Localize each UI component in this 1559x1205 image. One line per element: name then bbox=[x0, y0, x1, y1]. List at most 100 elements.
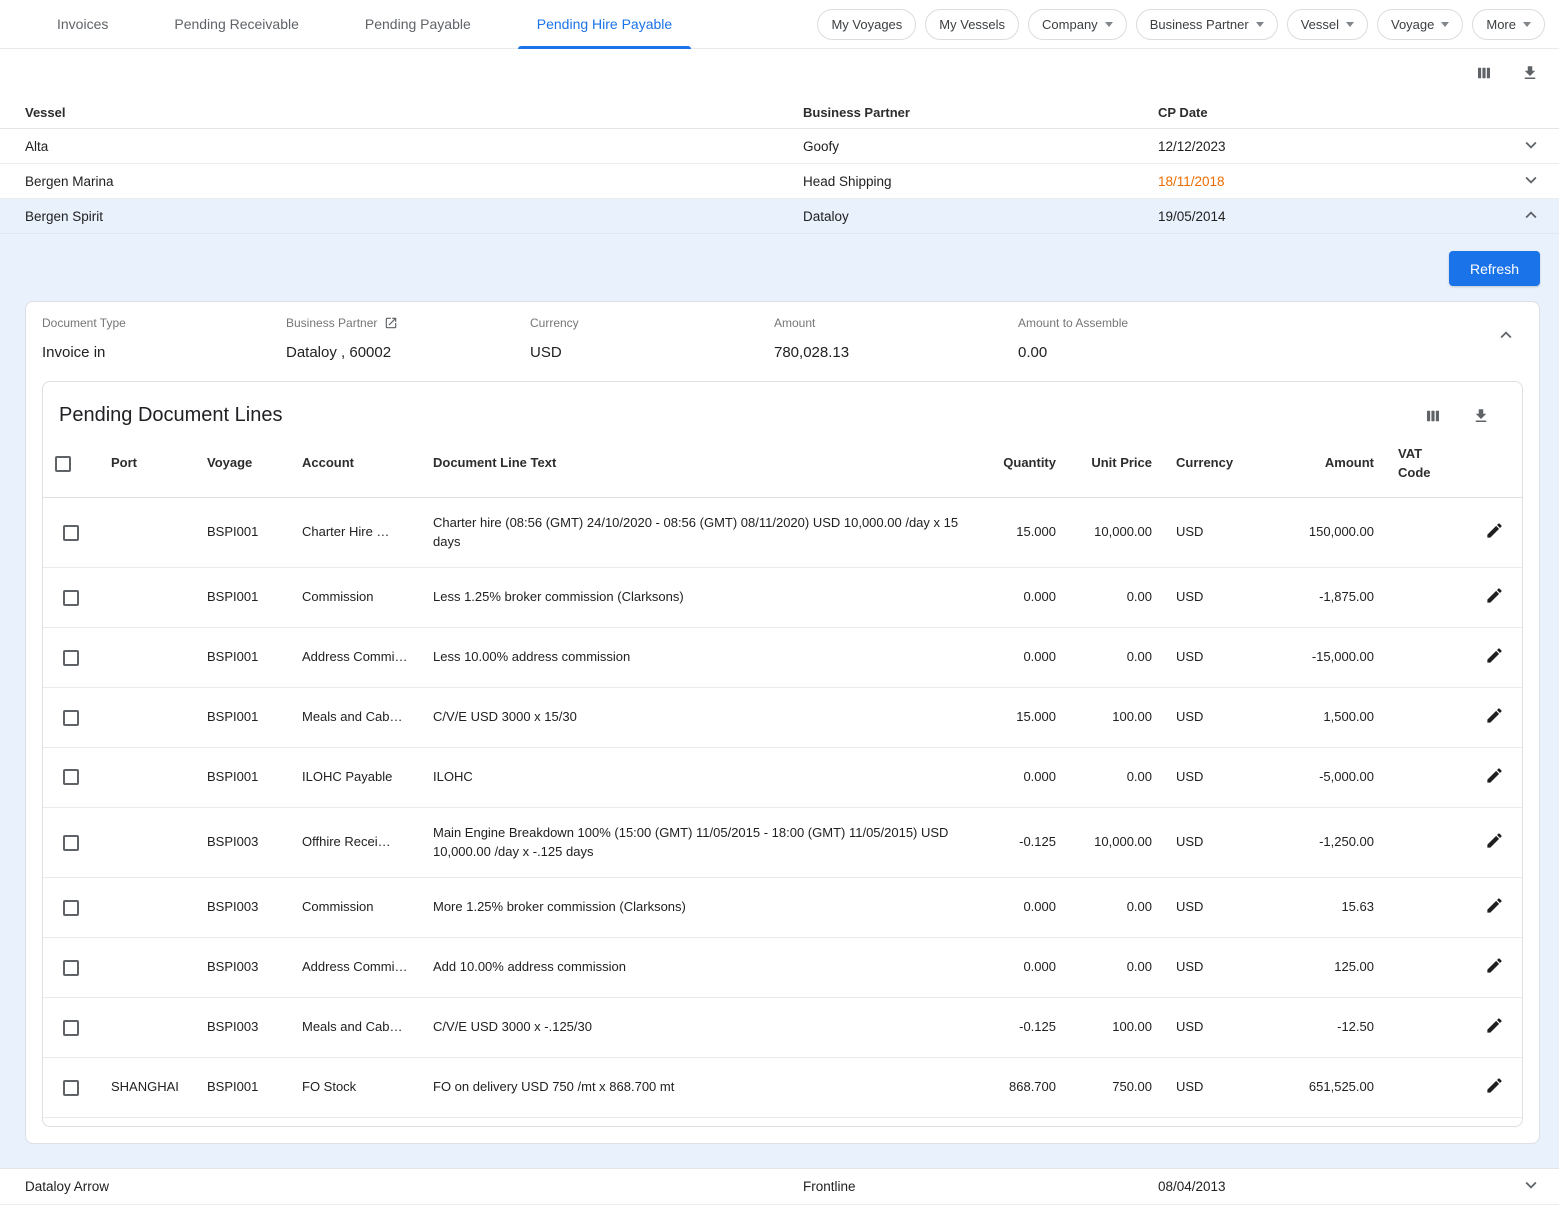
vessel-row-bergen-marina[interactable]: Bergen Marina Head Shipping 18/11/2018 bbox=[0, 164, 1559, 199]
cell-currency: USD bbox=[1164, 497, 1250, 568]
expand-button[interactable] bbox=[1503, 134, 1559, 159]
vessel-row-bergen-spirit[interactable]: Bergen Spirit Dataloy 19/05/2014 bbox=[0, 199, 1559, 234]
select-all-checkbox[interactable] bbox=[55, 456, 71, 472]
tab-label: Pending Payable bbox=[365, 16, 471, 32]
view-column-icon bbox=[1475, 64, 1493, 82]
edit-line-button[interactable] bbox=[1483, 644, 1506, 670]
edit-line-button[interactable] bbox=[1483, 584, 1506, 610]
document-line-row: BSPI003 Address Commi… Add 10.00% addres… bbox=[43, 938, 1522, 998]
lines-column-settings-button[interactable] bbox=[1422, 405, 1444, 427]
edit-line-button[interactable] bbox=[1483, 1014, 1506, 1040]
tab[interactable]: Pending Payable bbox=[332, 0, 504, 49]
row-checkbox[interactable] bbox=[63, 835, 79, 851]
edit-line-button[interactable] bbox=[1483, 764, 1506, 790]
vessel-row-alta[interactable]: Alta Goofy 12/12/2023 bbox=[0, 129, 1559, 164]
cell-quantity: 0.000 bbox=[976, 628, 1068, 688]
row-checkbox[interactable] bbox=[63, 900, 79, 916]
cell-voyage: BSPI003 bbox=[195, 878, 290, 938]
filter-chip[interactable]: My Voyages bbox=[817, 9, 916, 40]
filter-chip[interactable]: More bbox=[1472, 9, 1545, 40]
edit-line-button[interactable] bbox=[1483, 519, 1506, 545]
cell-voyage: BSPI001 bbox=[195, 628, 290, 688]
row-checkbox[interactable] bbox=[63, 650, 79, 666]
cell-port bbox=[99, 497, 195, 568]
cell-port bbox=[99, 998, 195, 1058]
lines-download-button[interactable] bbox=[1470, 405, 1492, 427]
cell-port bbox=[99, 688, 195, 748]
header-cp-date: CP Date bbox=[1158, 105, 1503, 120]
business-partner: Dataloy bbox=[803, 209, 1158, 224]
cell-port: SHANGHAI bbox=[99, 1057, 195, 1117]
filter-chip[interactable]: Vessel bbox=[1287, 9, 1368, 40]
row-checkbox[interactable] bbox=[63, 1020, 79, 1036]
row-checkbox[interactable] bbox=[63, 769, 79, 785]
row-checkbox[interactable] bbox=[63, 525, 79, 541]
vessel-table-header: Vessel Business Partner CP Date bbox=[0, 96, 1559, 129]
field-label: Currency bbox=[530, 316, 579, 330]
collapse-button[interactable] bbox=[1503, 204, 1559, 229]
row-checkbox[interactable] bbox=[63, 710, 79, 726]
tab-label: Invoices bbox=[57, 16, 108, 32]
cell-amount: 150,000.00 bbox=[1250, 497, 1386, 568]
field-value: USD bbox=[530, 344, 774, 361]
row-checkbox[interactable] bbox=[63, 1080, 79, 1096]
expand-button[interactable] bbox=[1503, 1174, 1559, 1199]
cell-currency: USD bbox=[1164, 938, 1250, 998]
field-label: Document Type bbox=[42, 316, 126, 330]
cell-quantity: 0.000 bbox=[976, 878, 1068, 938]
cell-amount: 1,500.00 bbox=[1250, 688, 1386, 748]
chevron-down-icon bbox=[1520, 134, 1542, 159]
tab-list: Invoices Pending Receivable Pending Paya… bbox=[24, 0, 705, 49]
edit-icon bbox=[1485, 773, 1504, 788]
row-checkbox[interactable] bbox=[63, 590, 79, 606]
header-document-line-text: Document Line Text bbox=[421, 431, 976, 497]
cell-currency: USD bbox=[1164, 747, 1250, 807]
filter-chip[interactable]: Business Partner bbox=[1136, 9, 1278, 40]
cell-voyage: BSPI003 bbox=[195, 807, 290, 878]
filter-chip[interactable]: Company bbox=[1028, 9, 1127, 40]
edit-line-button[interactable] bbox=[1483, 704, 1506, 730]
cell-unit-price: 0.00 bbox=[1068, 747, 1164, 807]
filter-chip-label: Business Partner bbox=[1150, 17, 1249, 32]
tab[interactable]: Invoices bbox=[24, 0, 141, 49]
vessel-row-dataloy-arrow[interactable]: Dataloy Arrow Frontline 08/04/2013 bbox=[0, 1168, 1559, 1205]
refresh-button[interactable]: Refresh bbox=[1449, 251, 1540, 286]
cp-date: 19/05/2014 bbox=[1158, 209, 1503, 224]
cell-vat-code bbox=[1386, 1057, 1466, 1117]
download-button[interactable] bbox=[1519, 62, 1541, 84]
cell-vat-code bbox=[1386, 998, 1466, 1058]
document-field: Currency USD bbox=[530, 316, 774, 361]
filter-chips: My Voyages My Vessels Company Business P… bbox=[817, 9, 1545, 40]
cell-quantity: 0.000 bbox=[976, 938, 1068, 998]
business-partner: Goofy bbox=[803, 139, 1158, 154]
open-in-new-icon[interactable] bbox=[384, 316, 398, 330]
cell-document-line-text: ILOHC bbox=[421, 747, 976, 807]
cell-currency: USD bbox=[1164, 568, 1250, 628]
cell-quantity: 0.000 bbox=[976, 568, 1068, 628]
tab[interactable]: Pending Receivable bbox=[141, 0, 332, 49]
business-partner: Head Shipping bbox=[803, 174, 1158, 189]
cell-port bbox=[99, 938, 195, 998]
collapse-document-button[interactable] bbox=[1493, 322, 1519, 348]
filter-chip[interactable]: Voyage bbox=[1377, 9, 1463, 40]
chevron-down-icon bbox=[1520, 1174, 1542, 1199]
edit-line-button[interactable] bbox=[1483, 894, 1506, 920]
cell-currency: USD bbox=[1164, 998, 1250, 1058]
cell-unit-price: 750.00 bbox=[1068, 1057, 1164, 1117]
cell-currency: USD bbox=[1164, 688, 1250, 748]
column-settings-button[interactable] bbox=[1473, 62, 1495, 84]
edit-line-button[interactable] bbox=[1483, 829, 1506, 855]
cell-document-line-text: C/V/E USD 3000 x -.125/30 bbox=[421, 998, 976, 1058]
tab-label: Pending Hire Payable bbox=[537, 16, 672, 32]
edit-line-button[interactable] bbox=[1483, 1074, 1506, 1100]
edit-line-button[interactable] bbox=[1483, 954, 1506, 980]
cell-amount: 651,525.00 bbox=[1250, 1057, 1386, 1117]
expand-button[interactable] bbox=[1503, 169, 1559, 194]
filter-chip[interactable]: My Vessels bbox=[925, 9, 1019, 40]
row-checkbox[interactable] bbox=[63, 960, 79, 976]
field-label: Amount bbox=[774, 316, 815, 330]
document-field: Amount to Assemble 0.00 bbox=[1018, 316, 1262, 361]
tab[interactable]: Pending Hire Payable bbox=[504, 0, 705, 49]
pending-lines-title: Pending Document Lines bbox=[59, 404, 282, 427]
edit-icon bbox=[1485, 903, 1504, 918]
